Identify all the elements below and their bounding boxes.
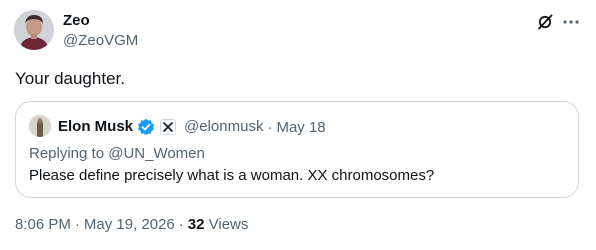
quoted-author-name[interactable]: Elon Musk [58, 117, 133, 137]
grok-icon[interactable] [535, 12, 555, 32]
replying-to-mention[interactable]: @UN_Women [108, 145, 205, 162]
quoted-author-handle[interactable]: @elonmusk [184, 117, 263, 137]
replying-to-line: Replying to @UN_Women [29, 144, 205, 164]
more-options-icon[interactable] [560, 12, 582, 32]
tweet-time[interactable]: 8:06 PM [15, 216, 71, 233]
quoted-separator: · [267, 118, 273, 136]
author-handle[interactable]: @ZeoVGM [63, 32, 138, 50]
x-affiliation-icon[interactable] [160, 119, 177, 135]
tweet: Zeo @ZeoVGM Your daughter. Elon Musk @el… [0, 0, 596, 250]
tweet-meta: 8:06 PM · May 19, 2026 · 32 Views [15, 215, 248, 235]
tweet-date[interactable]: May 19, 2026 [84, 216, 175, 233]
views-count: 32 [187, 216, 205, 233]
views-label: Views [208, 216, 249, 233]
quoted-tweet[interactable]: Elon Musk @elonmusk · May 18 Replying to… [15, 101, 579, 198]
quoted-date[interactable]: May 18 [276, 119, 325, 136]
replying-to-label: Replying to [29, 145, 109, 162]
meta-separator-2: · [178, 216, 184, 233]
meta-separator-1: · [74, 216, 80, 233]
author-avatar[interactable] [14, 10, 54, 50]
quoted-tweet-text: Please define precisely what is a woman.… [29, 167, 435, 184]
quoted-header: Elon Musk @elonmusk · May 18 [58, 117, 326, 137]
quoted-author-avatar[interactable] [29, 115, 51, 137]
author-name[interactable]: Zeo [63, 12, 90, 30]
verified-badge-icon [137, 118, 155, 136]
tweet-text: Your daughter. [15, 69, 125, 88]
